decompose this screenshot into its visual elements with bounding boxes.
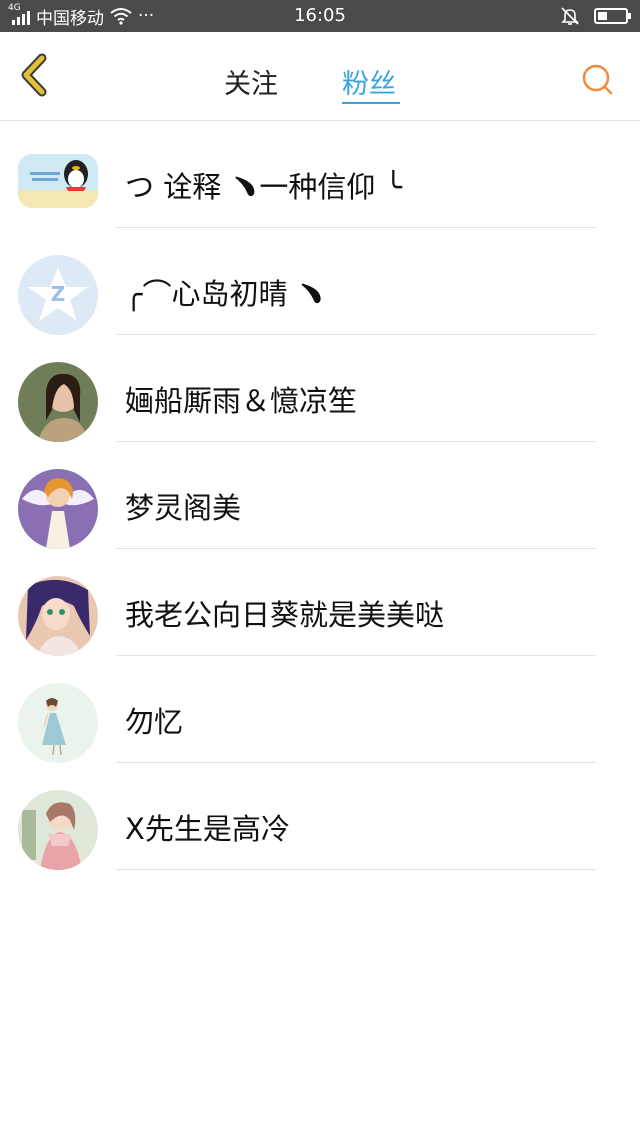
tab-following[interactable]: 关注 [224, 62, 278, 101]
follower-name: つ 诠释 ﹅一种信仰 ╰ [125, 170, 403, 204]
follower-name: 勿忆 [125, 705, 184, 739]
list-item[interactable]: 我老公向日葵就是美美哒 [0, 548, 640, 656]
tab-fans[interactable]: 粉丝 [342, 62, 396, 101]
list-item[interactable]: 婳船厮雨＆憶凉笙 [0, 334, 640, 442]
status-right [560, 0, 631, 32]
default-avatar-icon: Z [18, 255, 98, 335]
divider [116, 869, 596, 870]
svg-text:Z: Z [51, 282, 66, 306]
avatar [18, 790, 98, 870]
anime-girl-avatar-icon [18, 576, 98, 656]
search-icon [582, 64, 613, 95]
search-button[interactable] [580, 62, 616, 98]
avatar [18, 469, 98, 549]
chevron-left-icon [21, 53, 47, 97]
scarf-girl-avatar-icon [18, 790, 98, 870]
girl-photo-avatar-icon [18, 362, 98, 442]
qq-penguin-avatar-icon [18, 154, 98, 208]
list-item[interactable]: 梦灵阁美 [0, 441, 640, 549]
avatar [18, 683, 98, 763]
active-tab-underline [342, 102, 400, 104]
angel-avatar-icon [18, 469, 98, 549]
battery-icon [594, 8, 631, 24]
follower-name: ╭⌒心岛初晴 ﹅ [125, 277, 326, 311]
list-item[interactable]: 勿忆 [0, 655, 640, 763]
mute-icon [561, 7, 579, 25]
status-time: 16:05 [294, 5, 346, 26]
back-button[interactable] [12, 50, 62, 100]
nav-bar: 关注 粉丝 [0, 32, 640, 121]
list-item[interactable]: つ 诠释 ﹅一种信仰 ╰ [0, 120, 640, 228]
avatar [18, 362, 98, 442]
illustration-girl-avatar-icon [18, 683, 98, 763]
avatar [18, 154, 98, 208]
avatar [18, 576, 98, 656]
avatar: Z [18, 255, 98, 335]
status-bar: 4G 中国移动 ··· 16:05 [0, 0, 640, 32]
list-item[interactable]: Z ╭⌒心岛初晴 ﹅ [0, 227, 640, 335]
followers-list: つ 诠释 ﹅一种信仰 ╰ Z ╭⌒心岛初晴 ﹅ 婳船厮雨＆憶凉笙 梦灵阁美 我老… [0, 120, 640, 870]
follower-name: 梦灵阁美 [125, 491, 242, 525]
follower-name: 婳船厮雨＆憶凉笙 [125, 384, 358, 418]
follower-name: X先生是高冷 [125, 812, 290, 846]
follower-name: 我老公向日葵就是美美哒 [125, 598, 445, 632]
list-item[interactable]: X先生是高冷 [0, 762, 640, 870]
